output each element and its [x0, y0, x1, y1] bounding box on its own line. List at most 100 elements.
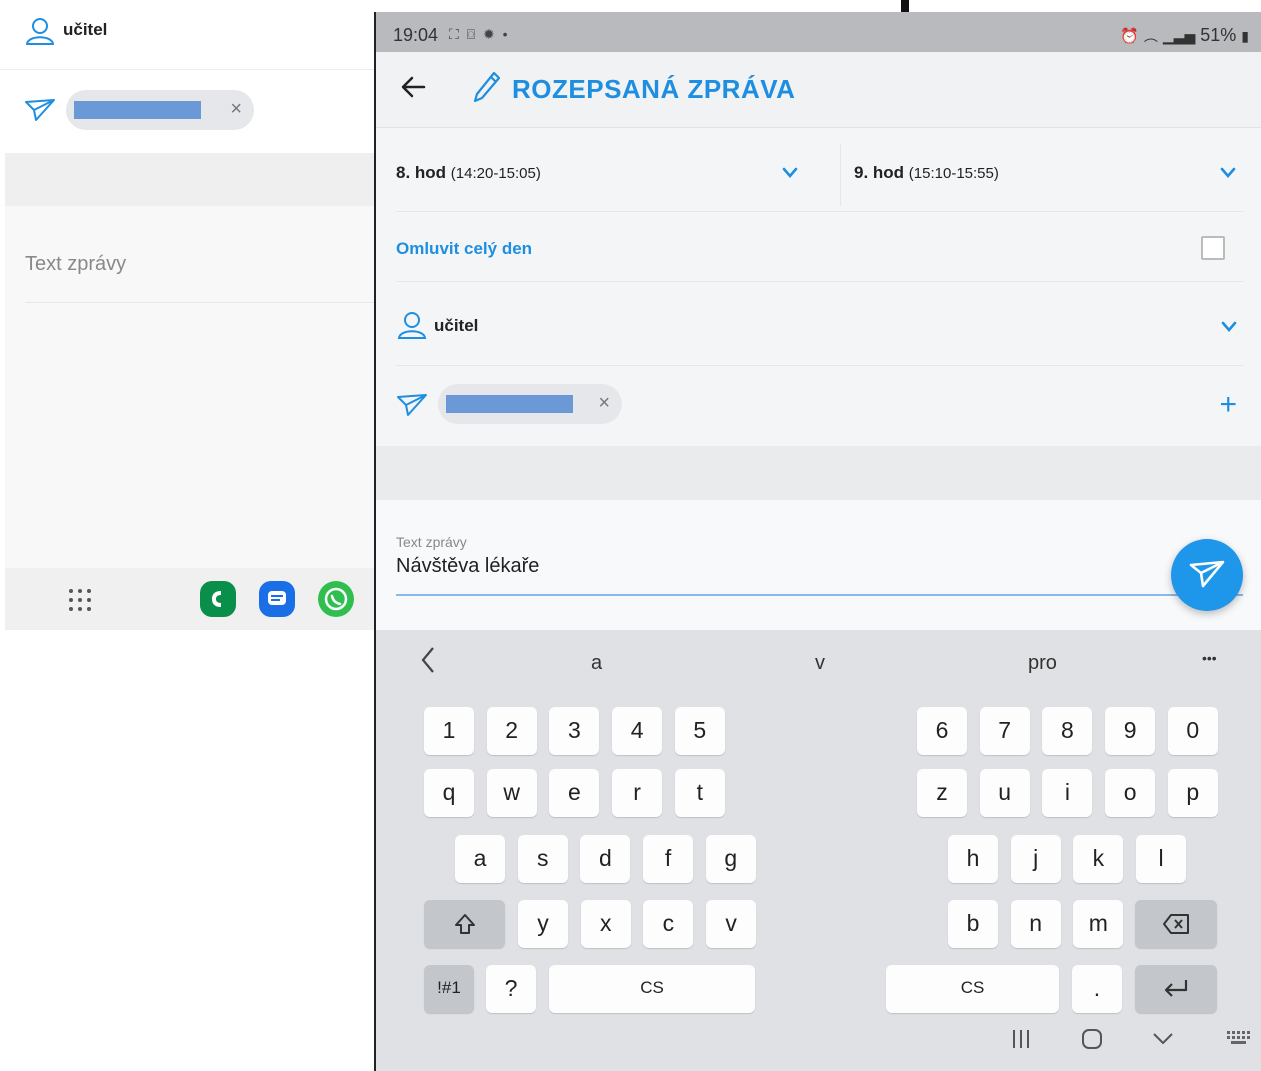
- send-button[interactable]: [1171, 539, 1243, 611]
- excuse-whole-day-row[interactable]: Omluvit celý den: [396, 212, 1243, 282]
- phone-screen: 19:04 ⛶ ⌼ ✹ • ⏰ ︵ ▁▃▅ 51% ▮ ROZEPSANÁ ZP…: [374, 12, 1261, 1071]
- chevron-down-icon: [1220, 166, 1236, 184]
- lesson-from-value: 8. hod (14:20-15:05): [396, 163, 541, 182]
- wifi-icon: ︵: [1143, 28, 1158, 44]
- status-right: ⏰ ︵ ▁▃▅ 51% ▮: [1120, 25, 1249, 46]
- key-p[interactable]: p: [1167, 769, 1218, 817]
- alarm-icon: ⏰: [1120, 28, 1139, 45]
- phone-app-icon[interactable]: [200, 581, 236, 617]
- app-bar: ROZEPSANÁ ZPRÁVA: [376, 52, 1261, 128]
- space-key-right[interactable]: CS: [886, 965, 1059, 1013]
- key-9[interactable]: 9: [1105, 707, 1156, 755]
- status-time: 19:04: [393, 25, 439, 45]
- key-2[interactable]: 2: [486, 707, 537, 755]
- symbols-key[interactable]: !#1: [424, 965, 474, 1013]
- key-6[interactable]: 6: [917, 707, 967, 755]
- key-k[interactable]: k: [1073, 835, 1124, 883]
- key-o[interactable]: o: [1105, 769, 1156, 817]
- message-underline: [25, 302, 374, 303]
- key-m[interactable]: m: [1073, 900, 1124, 948]
- key-g[interactable]: g: [705, 835, 756, 883]
- key-y[interactable]: y: [518, 900, 568, 948]
- key-j[interactable]: j: [1010, 835, 1061, 883]
- message-underline: [396, 594, 1243, 596]
- key-s[interactable]: s: [517, 835, 568, 883]
- message-text-area[interactable]: Text zprávy: [5, 206, 374, 568]
- teacher-label: učitel: [434, 316, 479, 335]
- battery-icon: ▮: [1241, 28, 1249, 44]
- shift-key[interactable]: [424, 900, 505, 948]
- lesson-from-select[interactable]: 8. hod (14:20-15:05): [396, 130, 816, 212]
- suggestion-2[interactable]: v: [815, 652, 825, 675]
- excuse-whole-day-checkbox[interactable]: [1201, 236, 1225, 260]
- shift-icon: [454, 914, 475, 934]
- send-icon: [1189, 560, 1225, 588]
- key-8[interactable]: 8: [1042, 707, 1093, 755]
- excuse-whole-day-label: Omluvit celý den: [396, 239, 533, 258]
- chip-close-icon[interactable]: ×: [598, 392, 610, 414]
- key-4[interactable]: 4: [612, 707, 663, 755]
- key-u[interactable]: u: [979, 769, 1030, 817]
- messages-app-icon[interactable]: [259, 581, 295, 617]
- backspace-key[interactable]: [1135, 900, 1217, 948]
- recipient-chip[interactable]: ×: [66, 90, 254, 130]
- add-recipient-button[interactable]: +: [1219, 390, 1237, 420]
- pencil-icon: [472, 70, 502, 109]
- back-arrow-icon[interactable]: [400, 74, 426, 105]
- key-f[interactable]: f: [643, 835, 694, 883]
- key-z[interactable]: z: [917, 769, 967, 817]
- key-e[interactable]: e: [549, 769, 600, 817]
- enter-key[interactable]: [1135, 965, 1217, 1013]
- lesson-to-value: 9. hod (15:10-15:55): [854, 163, 999, 182]
- apps-grid-icon[interactable]: [68, 588, 92, 617]
- suggestion-3[interactable]: pro: [1028, 652, 1057, 675]
- recipient-name-redacted: [74, 101, 201, 119]
- more-options-icon[interactable]: •••: [1202, 650, 1217, 666]
- recipients-row: × +: [396, 366, 1243, 446]
- space-key-left[interactable]: CS: [549, 965, 755, 1013]
- keyboard-switch-icon[interactable]: [1226, 1028, 1252, 1053]
- user-icon: [396, 310, 428, 345]
- teacher-select[interactable]: učitel: [396, 282, 1243, 366]
- paper-plane-icon: [396, 393, 428, 422]
- message-input[interactable]: Návštěva lékaře: [396, 555, 539, 578]
- key-d[interactable]: d: [580, 835, 631, 883]
- message-field[interactable]: Text zprávy Návštěva lékaře: [376, 500, 1261, 630]
- lesson-to-select[interactable]: 9. hod (15:10-15:55): [854, 130, 1254, 212]
- recipient-row: ×: [0, 72, 374, 152]
- key-l[interactable]: l: [1136, 835, 1187, 883]
- key-a[interactable]: a: [455, 835, 505, 883]
- hide-keyboard-icon[interactable]: [1151, 1028, 1175, 1055]
- chevron-down-icon: [1221, 320, 1237, 338]
- recent-apps-icon[interactable]: [1010, 1028, 1032, 1055]
- teacher-row[interactable]: učitel: [0, 0, 374, 70]
- key-i[interactable]: i: [1042, 769, 1093, 817]
- key-b[interactable]: b: [948, 900, 998, 948]
- key-c[interactable]: c: [643, 900, 694, 948]
- key-5[interactable]: 5: [674, 707, 725, 755]
- key-period[interactable]: .: [1072, 965, 1122, 1013]
- key-0[interactable]: 0: [1167, 707, 1218, 755]
- home-icon[interactable]: [1081, 1028, 1103, 1055]
- enter-icon: [1164, 980, 1188, 997]
- whatsapp-icon[interactable]: [318, 581, 354, 617]
- key-3[interactable]: 3: [549, 707, 600, 755]
- key-1[interactable]: 1: [424, 707, 474, 755]
- key-7[interactable]: 7: [979, 707, 1030, 755]
- key-w[interactable]: w: [486, 769, 537, 817]
- chip-close-icon[interactable]: ×: [230, 98, 242, 120]
- teacher-label: učitel: [63, 20, 108, 39]
- recipient-chip[interactable]: ×: [438, 384, 622, 424]
- message-placeholder: Text zprávy: [25, 253, 127, 275]
- suggestions-back-icon[interactable]: [420, 646, 436, 679]
- key-n[interactable]: n: [1010, 900, 1061, 948]
- key-r[interactable]: r: [612, 769, 663, 817]
- suggestion-1[interactable]: a: [591, 652, 602, 675]
- key-t[interactable]: t: [674, 769, 725, 817]
- key-v[interactable]: v: [706, 900, 757, 948]
- key-q[interactable]: q: [424, 769, 474, 817]
- key-x[interactable]: x: [580, 900, 631, 948]
- key-h[interactable]: h: [948, 835, 998, 883]
- key-question[interactable]: ?: [486, 965, 536, 1013]
- backspace-icon: [1163, 914, 1189, 934]
